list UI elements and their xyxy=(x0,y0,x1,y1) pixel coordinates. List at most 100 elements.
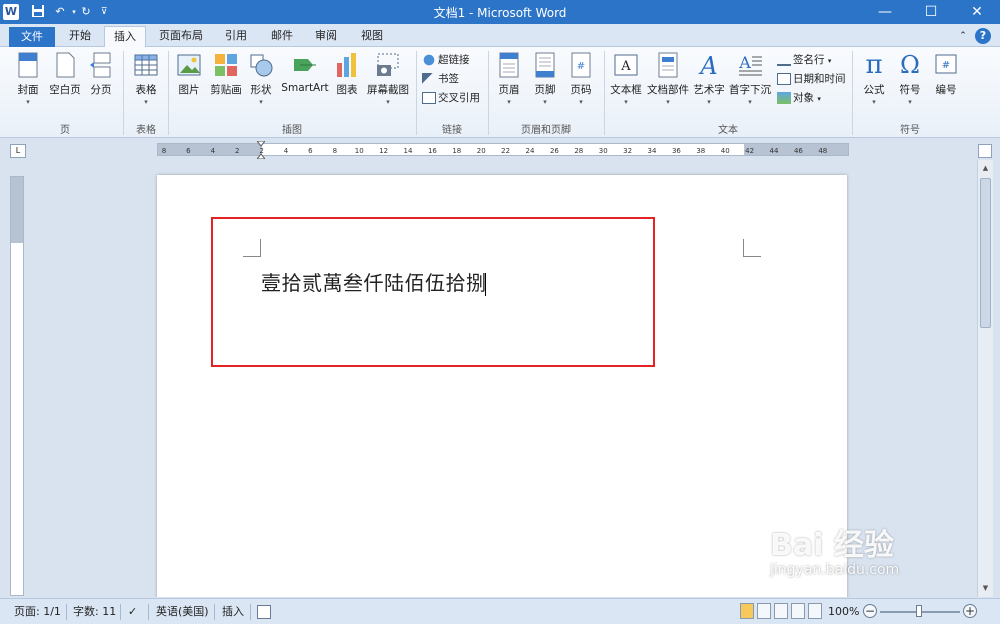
tab-references[interactable]: 引用 xyxy=(218,26,254,47)
picture-button[interactable]: 图片 xyxy=(174,51,204,97)
word-app-icon[interactable]: W xyxy=(3,4,19,20)
zoom-level[interactable]: 100% xyxy=(828,603,859,621)
watermark-url: jingyan.baidu.com xyxy=(770,562,900,578)
header-button[interactable]: 页眉 ▾ xyxy=(494,51,524,106)
vertical-ruler[interactable] xyxy=(10,176,24,596)
scroll-down-icon[interactable]: ▼ xyxy=(980,582,991,594)
ruler-tick-label: 24 xyxy=(526,147,535,155)
object-button[interactable]: 对象 ▾ xyxy=(777,89,821,107)
group-label-symbols: 符号 xyxy=(900,125,920,136)
chart-button[interactable]: 图表 xyxy=(332,51,362,97)
table-icon xyxy=(134,54,158,76)
textbox-icon: A xyxy=(614,54,638,76)
ruler-top-margin xyxy=(11,177,23,243)
word-count[interactable]: 字数: 11 xyxy=(73,603,116,621)
date-time-button[interactable]: 日期和时间 xyxy=(777,70,846,88)
help-icon[interactable]: ? xyxy=(975,28,991,44)
shapes-icon xyxy=(250,54,273,77)
ruler-tick-label: 42 xyxy=(745,147,754,155)
calendar-icon xyxy=(777,73,791,85)
customize-quick-access-icon[interactable]: ⊽ xyxy=(96,4,112,20)
view-ruler-icon[interactable] xyxy=(978,144,992,158)
scroll-thumb[interactable] xyxy=(980,178,991,328)
page-number-button[interactable]: # 页码 ▾ xyxy=(566,51,596,106)
tab-mailings[interactable]: 邮件 xyxy=(264,26,300,47)
redo-icon[interactable]: ↻ xyxy=(78,4,94,20)
ruler-tick-label: 36 xyxy=(672,147,681,155)
highlight-box xyxy=(211,217,655,367)
macro-record-icon[interactable] xyxy=(257,605,271,619)
ruler-tick-label: 22 xyxy=(501,147,510,155)
ruler-tick-label: 8 xyxy=(333,147,337,155)
group-label-illustrations: 插图 xyxy=(282,125,302,136)
zoom-in-icon[interactable]: + xyxy=(963,604,977,618)
cross-reference-button[interactable]: 交叉引用 xyxy=(422,89,480,107)
zoom-out-icon[interactable]: − xyxy=(863,604,877,618)
chart-icon xyxy=(337,53,356,77)
watermark-logo: Bai 经验 xyxy=(770,528,894,563)
close-button[interactable]: ✕ xyxy=(954,0,1000,24)
dropcap-icon: A xyxy=(738,53,762,76)
outline-view-icon[interactable] xyxy=(791,603,805,619)
wordart-button[interactable]: A 艺术字 ▾ xyxy=(692,51,726,106)
tab-insert[interactable]: 插入 xyxy=(104,26,146,48)
insert-mode[interactable]: 插入 xyxy=(222,603,244,621)
maximize-button[interactable]: ☐ xyxy=(908,0,954,24)
full-screen-reading-icon[interactable] xyxy=(757,603,771,619)
pi-icon: π xyxy=(865,50,883,80)
ruler-tick-label: 14 xyxy=(404,147,413,155)
minimize-button[interactable]: — xyxy=(862,0,908,24)
cover-page-button[interactable]: 封面 ▾ xyxy=(10,51,46,106)
numbering-button[interactable]: # 编号 xyxy=(930,51,962,97)
svg-text:#: # xyxy=(577,61,585,72)
textbox-button[interactable]: A 文本框 ▾ xyxy=(608,51,644,106)
quick-parts-button[interactable]: 文档部件 ▾ xyxy=(646,51,690,106)
print-layout-view-icon[interactable] xyxy=(740,603,754,619)
screenshot-button[interactable]: 屏幕截图 ▾ xyxy=(364,51,412,106)
status-divider xyxy=(66,604,67,620)
header-icon xyxy=(499,52,519,78)
hyperlink-button[interactable]: 超链接 xyxy=(422,51,470,69)
web-layout-icon[interactable] xyxy=(774,603,788,619)
bookmark-button[interactable]: 书签 xyxy=(422,70,459,88)
symbol-button[interactable]: Ω 符号 ▾ xyxy=(894,51,926,106)
indent-marker-icon[interactable] xyxy=(255,140,267,160)
tab-stop-selector[interactable]: L xyxy=(10,144,26,158)
svg-text:A: A xyxy=(738,53,751,72)
equation-button[interactable]: π 公式 ▾ xyxy=(858,51,890,106)
dropcap-button[interactable]: A 首字下沉 ▾ xyxy=(728,51,772,106)
save-icon[interactable] xyxy=(30,4,46,20)
wordart-icon: A xyxy=(698,52,717,79)
proofing-icon[interactable]: ✓ xyxy=(128,603,137,621)
object-icon xyxy=(777,92,791,104)
page-break-icon xyxy=(90,52,111,78)
tab-page-layout[interactable]: 页面布局 xyxy=(154,26,208,47)
draft-view-icon[interactable] xyxy=(808,603,822,619)
tab-view[interactable]: 视图 xyxy=(354,26,390,47)
smartart-button[interactable]: SmartArt xyxy=(280,51,330,94)
status-divider xyxy=(148,604,149,620)
ruler-tick-label: 8 xyxy=(162,147,166,155)
signature-line-button[interactable]: 签名行 ▾ xyxy=(777,51,831,69)
language[interactable]: 英语(美国) xyxy=(156,603,209,621)
tab-home[interactable]: 开始 xyxy=(62,26,98,47)
scroll-up-icon[interactable]: ▲ xyxy=(980,162,991,174)
picture-icon xyxy=(177,54,201,76)
minimize-ribbon-icon[interactable]: ⌃ xyxy=(956,26,970,47)
ruler-tick-label: 12 xyxy=(379,147,388,155)
page-count[interactable]: 页面: 1/1 xyxy=(14,603,61,621)
bookmark-icon xyxy=(422,73,436,85)
footer-button[interactable]: 页脚 ▾ xyxy=(530,51,560,106)
blank-page-button[interactable]: 空白页 xyxy=(46,51,84,97)
page-break-button[interactable]: 分页 xyxy=(86,51,116,97)
shapes-button[interactable]: 形状 ▾ xyxy=(246,51,276,106)
clipart-button[interactable]: 剪贴画 xyxy=(208,51,244,97)
table-button[interactable]: 表格 ▾ xyxy=(130,51,162,106)
zoom-slider-thumb[interactable] xyxy=(916,605,922,617)
smartart-icon xyxy=(294,59,316,71)
tab-file[interactable]: 文件 xyxy=(9,27,55,48)
vertical-scrollbar[interactable]: ▲ ▼ xyxy=(977,160,993,597)
tab-review[interactable]: 审阅 xyxy=(308,26,344,47)
ruler-tick-label: 4 xyxy=(284,147,289,155)
status-bar: 页面: 1/1 字数: 11 ✓ 英语(美国) 插入 100% − + xyxy=(0,598,1000,624)
